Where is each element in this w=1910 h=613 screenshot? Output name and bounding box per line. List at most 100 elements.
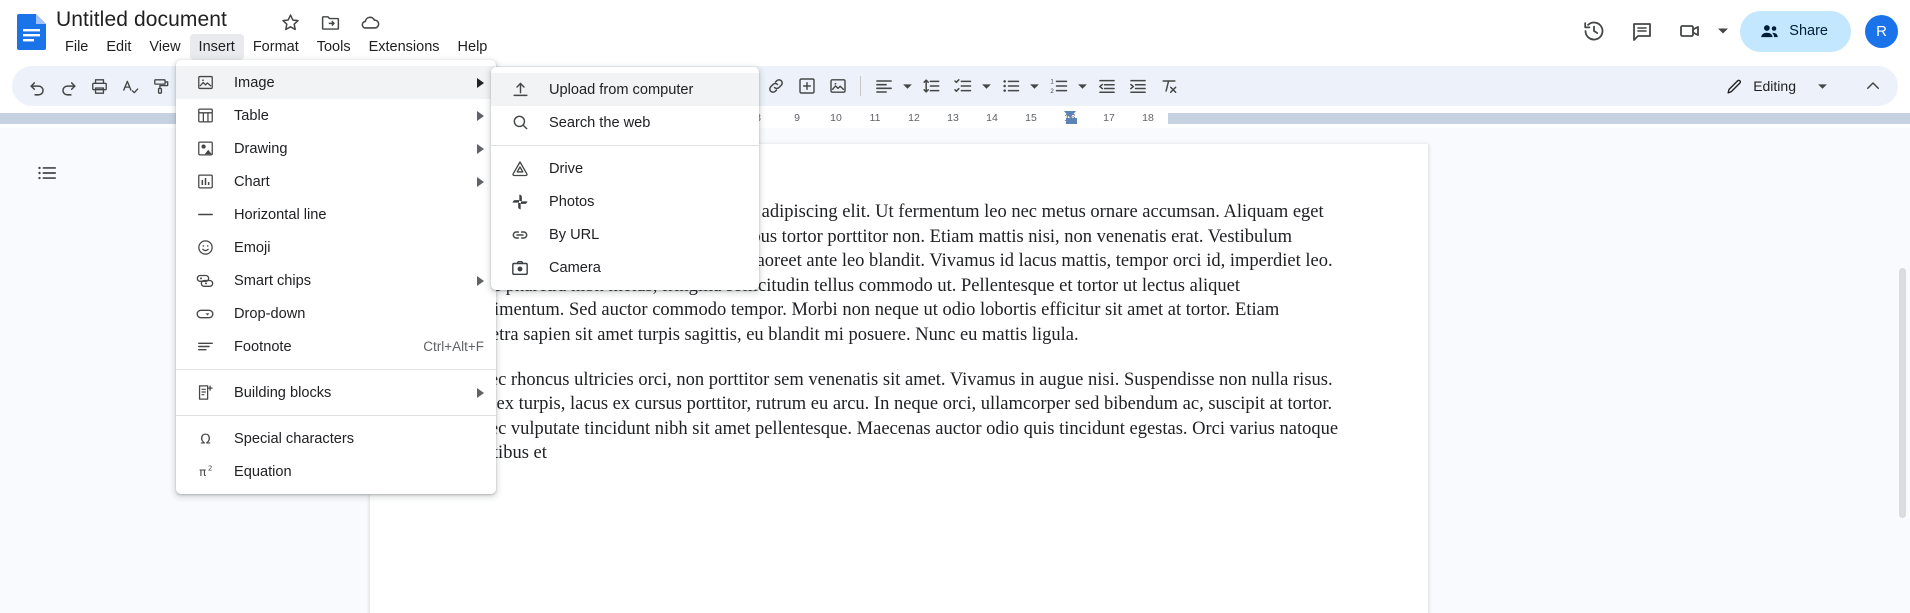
image-submenu-label: Upload from computer <box>549 81 694 98</box>
editing-mode-chevron-down-icon[interactable] <box>1814 71 1831 102</box>
menu-help[interactable]: Help <box>449 34 497 60</box>
image-submenu-label: By URL <box>549 226 600 243</box>
submenu-arrow-icon <box>477 143 484 154</box>
insert-menu-label: Smart chips <box>234 272 312 289</box>
image-submenu-item-camera[interactable]: Camera <box>491 251 759 284</box>
collapse-toolbar-button[interactable] <box>1857 71 1888 102</box>
ruler-number: 18 <box>1142 112 1154 124</box>
submenu-arrow-icon <box>477 387 484 398</box>
image-submenu-item-upload-from-computer[interactable]: Upload from computer <box>491 73 759 106</box>
submenu-arrow-icon <box>477 176 484 187</box>
insert-menu-label: Table <box>234 107 269 124</box>
vertical-scrollbar[interactable] <box>1898 260 1908 560</box>
editing-mode-chip[interactable]: Editing <box>1721 71 1802 102</box>
scrollbar-thumb[interactable] <box>1899 268 1906 518</box>
google-docs-window: Untitled document File Edit View Insert … <box>0 0 1910 613</box>
image-submenu-item-photos[interactable]: Photos <box>491 185 759 218</box>
share-button[interactable]: Share <box>1740 10 1851 52</box>
insert-menu-item-footnote[interactable]: Footnote Ctrl+Alt+F <box>176 330 496 363</box>
submenu-arrow-icon <box>477 77 484 88</box>
right-indent-handle[interactable] <box>1066 118 1077 124</box>
image-submenu-label: Photos <box>549 193 595 210</box>
bulleted-list-button[interactable] <box>995 71 1026 102</box>
insert-link-button[interactable] <box>760 71 791 102</box>
star-icon[interactable] <box>278 10 302 34</box>
avatar[interactable]: R <box>1865 14 1898 48</box>
menu-extensions[interactable]: Extensions <box>360 34 449 60</box>
insert-menu-item-drop-down[interactable]: Drop-down <box>176 297 496 330</box>
bulleted-list-chevron-down-icon[interactable] <box>1026 71 1043 102</box>
checklist-chevron-down-icon[interactable] <box>978 71 995 102</box>
insert-menu-item-building-blocks[interactable]: Building blocks <box>176 376 496 409</box>
insert-menu-item-smart-chips[interactable]: Smart chips <box>176 264 496 297</box>
insert-menu-item-emoji[interactable]: Emoji <box>176 231 496 264</box>
image-icon <box>194 72 216 94</box>
insert-menu-label: Drawing <box>234 140 288 157</box>
editing-mode-label: Editing <box>1753 78 1796 94</box>
print-button[interactable] <box>84 71 115 102</box>
image-submenu-item-drive[interactable]: Drive <box>491 152 759 185</box>
meet-camera-icon[interactable] <box>1666 8 1714 54</box>
insert-menu-label: Building blocks <box>234 384 332 401</box>
insert-menu-label: Image <box>234 74 275 91</box>
show-outline-button[interactable] <box>30 156 64 190</box>
undo-button[interactable] <box>22 71 53 102</box>
share-people-icon <box>1759 21 1780 42</box>
insert-menu-item-image[interactable]: Image <box>176 66 496 99</box>
ruler-number: 12 <box>908 112 920 124</box>
title-action-icons <box>278 10 382 34</box>
menu-divider <box>176 415 496 416</box>
insert-menu-item-equation[interactable]: π 2 Equation <box>176 455 496 488</box>
equation-icon: π 2 <box>194 461 216 483</box>
insert-image-button[interactable] <box>822 71 853 102</box>
image-submenu-item-search-the-web[interactable]: Search the web <box>491 106 759 139</box>
right-indent-marker[interactable] <box>1064 111 1076 118</box>
meet-group <box>1666 8 1732 54</box>
add-comment-button[interactable] <box>791 71 822 102</box>
menu-file[interactable]: File <box>56 34 97 60</box>
building-blocks-icon <box>194 382 216 404</box>
insert-menu-item-horizontal-line[interactable]: Horizontal line <box>176 198 496 231</box>
insert-menu-item-drawing[interactable]: Drawing <box>176 132 496 165</box>
meet-chevron-down-icon[interactable] <box>1714 8 1732 54</box>
insert-menu-item-chart[interactable]: Chart <box>176 165 496 198</box>
footnote-icon <box>194 336 216 358</box>
insert-menu-label: Drop-down <box>234 305 306 322</box>
document-title[interactable]: Untitled document <box>56 6 227 34</box>
align-chevron-down-icon[interactable] <box>899 71 916 102</box>
checklist-button[interactable] <box>947 71 978 102</box>
menu-insert[interactable]: Insert <box>189 34 244 60</box>
numbered-list-chevron-down-icon[interactable] <box>1074 71 1091 102</box>
line-spacing-button[interactable] <box>916 71 947 102</box>
insert-menu-label: Equation <box>234 463 292 480</box>
insert-menu-item-table[interactable]: Table <box>176 99 496 132</box>
align-left-button[interactable] <box>868 71 899 102</box>
menu-view[interactable]: View <box>140 34 189 60</box>
drawing-icon <box>194 138 216 160</box>
insert-menu-panel: Image Table Drawing Chart Horizontal lin… <box>176 60 496 494</box>
increase-indent-button[interactable] <box>1122 71 1153 102</box>
decrease-indent-button[interactable] <box>1091 71 1122 102</box>
dropdown-icon <box>194 303 216 325</box>
insert-menu-label: Special characters <box>234 430 355 447</box>
image-submenu-item-by-url[interactable]: By URL <box>491 218 759 251</box>
menu-tools[interactable]: Tools <box>308 34 360 60</box>
clear-formatting-button[interactable] <box>1153 71 1184 102</box>
document-paragraph: Donec rhoncus ultricies orci, non portti… <box>458 369 1339 464</box>
menu-format[interactable]: Format <box>244 34 308 60</box>
table-icon <box>194 105 216 127</box>
cloud-saved-icon[interactable] <box>358 10 382 34</box>
move-to-folder-icon[interactable] <box>318 10 342 34</box>
version-history-icon[interactable] <box>1570 8 1618 54</box>
ruler-number: 17 <box>1103 112 1115 124</box>
paint-format-button[interactable] <box>146 71 177 102</box>
comment-history-icon[interactable] <box>1618 8 1666 54</box>
svg-text:1: 1 <box>1050 79 1054 86</box>
insert-menu-item-special-characters[interactable]: Ω Special characters <box>176 422 496 455</box>
spelling-check-button[interactable] <box>115 71 146 102</box>
redo-button[interactable] <box>53 71 84 102</box>
numbered-list-button[interactable]: 1 2 <box>1043 71 1074 102</box>
toolbar-divider-2 <box>860 76 862 96</box>
insert-menu-label: Horizontal line <box>234 206 327 223</box>
menu-edit[interactable]: Edit <box>97 34 140 60</box>
